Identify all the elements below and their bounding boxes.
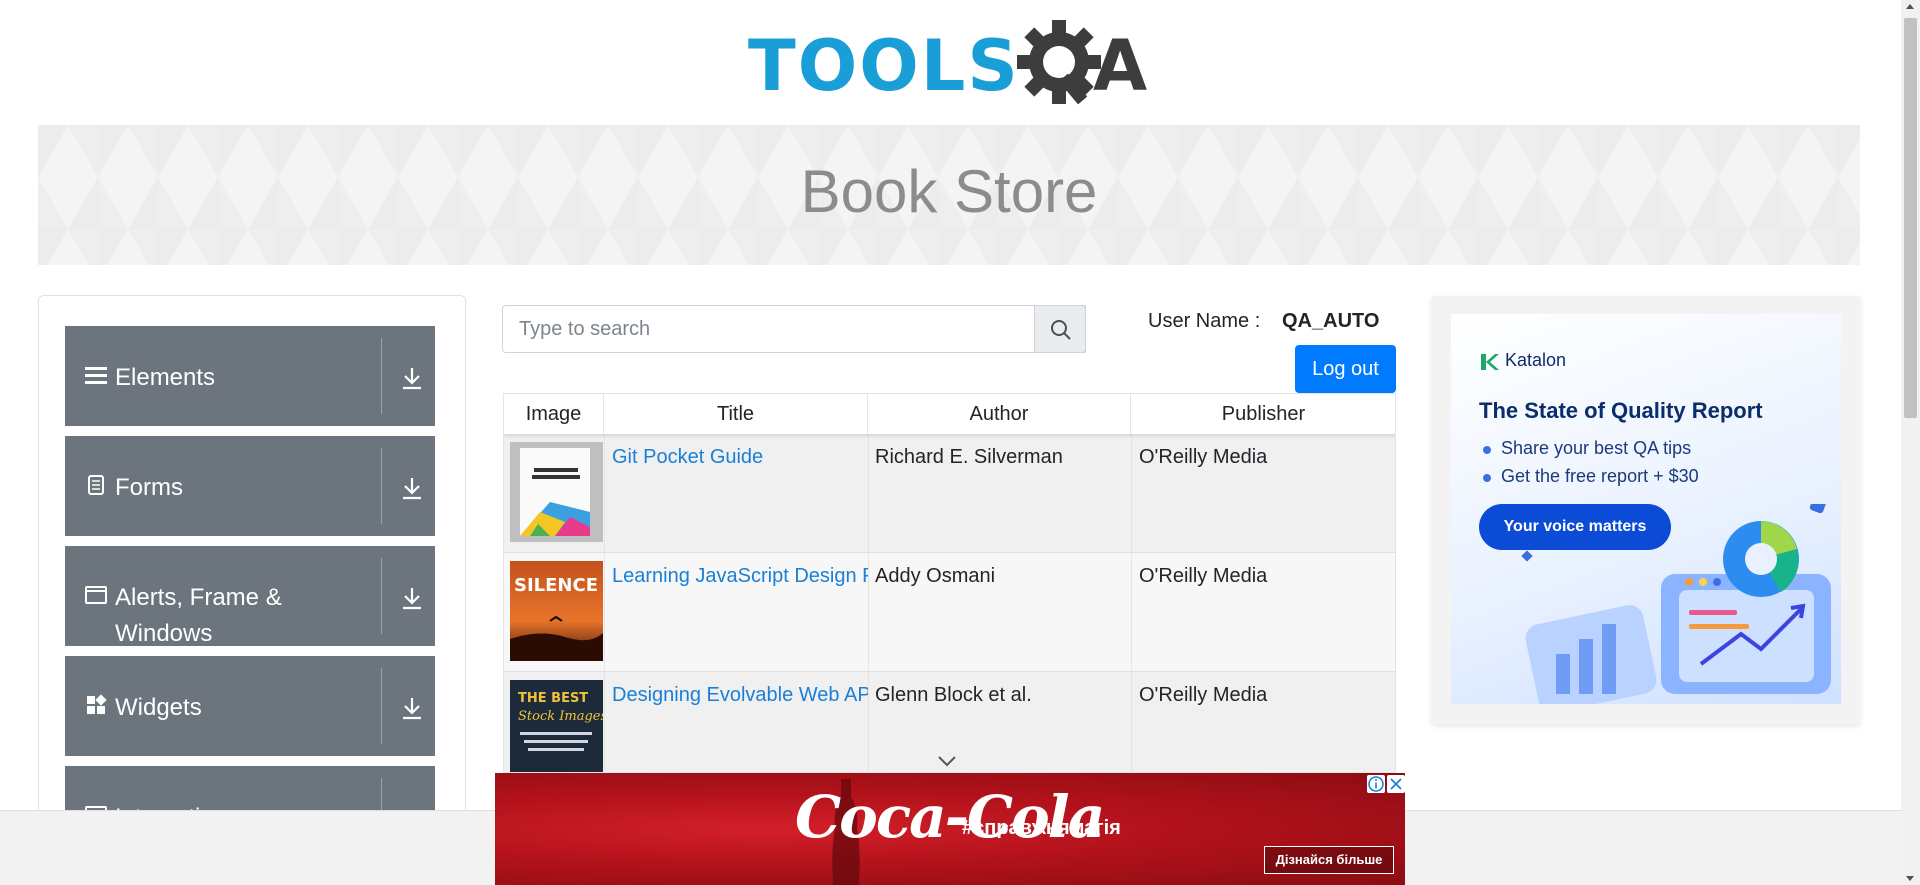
sidebar-group-label: Elements [115, 364, 216, 391]
divider [381, 558, 382, 634]
sidebar-group-label: Alerts, Frame & Windows [115, 584, 282, 647]
katalon-ad[interactable]: Katalon The State of Quality Report Shar… [1451, 314, 1841, 704]
download-arrow-icon[interactable] [401, 476, 423, 500]
table-row: Git Pocket Guide Richard E. Silverman O'… [504, 434, 1395, 553]
ad-close-icon[interactable] [1387, 775, 1405, 793]
column-divider [1131, 553, 1132, 672]
katalon-logo-icon [1481, 354, 1499, 370]
column-divider [868, 434, 869, 553]
document-icon [88, 475, 104, 495]
column-divider [868, 672, 869, 772]
column-divider [604, 672, 605, 772]
page-title: Book Store [800, 158, 1098, 225]
column-divider [604, 553, 605, 672]
book-author: Richard E. Silverman [875, 446, 1063, 468]
scroll-up-arrow-icon[interactable] [1906, 4, 1914, 9]
sidebar-group-elements[interactable]: Elements [65, 326, 435, 426]
divider [381, 338, 382, 414]
chevron-down-icon[interactable] [937, 754, 957, 768]
page-scrollbar[interactable] [1901, 0, 1920, 885]
book-cover-image [510, 442, 603, 542]
ad-hashtag: #справжнямагія [962, 817, 1121, 839]
download-arrow-icon[interactable] [401, 696, 423, 720]
column-header-image[interactable]: Image [504, 394, 604, 434]
search-icon [1051, 320, 1071, 340]
user-name-label: User Name : [1148, 310, 1261, 332]
column-header-author[interactable]: Author [868, 394, 1131, 434]
column-header-title[interactable]: Title [604, 394, 868, 434]
ad-brand: Katalon [1505, 350, 1567, 370]
sidebar-group-widgets[interactable]: Widgets [65, 656, 435, 756]
logo-text-tools: TOOLS [748, 25, 1020, 107]
book-cover-image: THE BEST Stock Images [510, 680, 603, 772]
sidebar-group-alerts-frame-windows[interactable]: Alerts, Frame & Windows [65, 546, 435, 647]
window-icon [85, 586, 107, 604]
logo-text-a: A [1093, 25, 1148, 107]
download-arrow-icon[interactable] [401, 586, 423, 610]
ad-learn-more-button[interactable]: Дізнайся більше [1264, 846, 1394, 874]
hamburger-icon [85, 367, 107, 384]
book-publisher: O'Reilly Media [1139, 684, 1268, 706]
book-store-page: TOOLS A Book Store Elements Forms Alerts… [0, 0, 1920, 885]
book-title-link[interactable]: Git Pocket Guide [612, 446, 868, 469]
column-divider [1131, 434, 1132, 553]
search-input[interactable] [502, 305, 1086, 353]
svg-text:Stock Images: Stock Images [518, 709, 603, 724]
sidebar-accordion: Elements Forms Alerts, Frame & Windows W… [38, 295, 466, 885]
bullet-dot [1483, 474, 1491, 482]
user-name-value: QA_AUTO [1282, 310, 1380, 332]
logout-button[interactable]: Log out [1295, 345, 1396, 393]
book-publisher: O'Reilly Media [1139, 446, 1268, 468]
sidebar-group-label: Widgets [115, 694, 202, 721]
ad-title: The State of Quality Report [1479, 398, 1763, 423]
book-publisher: O'Reilly Media [1139, 565, 1268, 587]
ad-bullet: Share your best QA tips [1501, 438, 1692, 458]
divider [381, 668, 382, 744]
widgets-icon [87, 694, 107, 714]
search-button[interactable] [1034, 305, 1086, 353]
right-ad-frame: Katalon The State of Quality Report Shar… [1432, 296, 1860, 724]
svg-text:THE BEST: THE BEST [518, 691, 588, 706]
column-divider [1131, 672, 1132, 772]
scrollbar-thumb[interactable] [1904, 18, 1917, 418]
page-banner: Book Store [38, 125, 1860, 265]
coca-cola-ad[interactable]: Coca-Cola #справжнямагія Дізнайся більше [495, 773, 1405, 885]
table-row: SILENCE Learning JavaScript Design Patte… [504, 553, 1395, 672]
divider [381, 448, 382, 524]
table-header: Image Title Author Publisher [504, 394, 1395, 434]
svg-text:SILENCE: SILENCE [514, 575, 598, 596]
toolsqa-logo[interactable]: TOOLS A [748, 18, 1156, 114]
bullet-dot [1483, 446, 1491, 454]
column-divider [604, 434, 605, 553]
sidebar-group-forms[interactable]: Forms [65, 436, 435, 536]
book-title-link[interactable]: Learning JavaScript Design Patterns [612, 565, 868, 588]
ad-bullet: Get the free report + $30 [1501, 466, 1699, 486]
download-arrow-icon[interactable] [401, 366, 423, 390]
book-author: Addy Osmani [875, 565, 996, 587]
book-title-link[interactable]: Designing Evolvable Web APIs with ASP.NE… [612, 684, 868, 707]
sidebar-group-label: Forms [115, 474, 183, 501]
scroll-down-arrow-icon[interactable] [1906, 876, 1914, 881]
ad-cta-button[interactable]: Your voice matters [1479, 504, 1671, 550]
books-table: Image Title Author Publisher Git Pocket … [503, 393, 1396, 773]
book-cover-image: SILENCE [510, 561, 603, 661]
column-divider [868, 553, 869, 672]
column-header-publisher[interactable]: Publisher [1131, 394, 1395, 434]
book-author: Glenn Block et al. [875, 684, 1032, 706]
ad-info-icon[interactable] [1367, 775, 1385, 793]
